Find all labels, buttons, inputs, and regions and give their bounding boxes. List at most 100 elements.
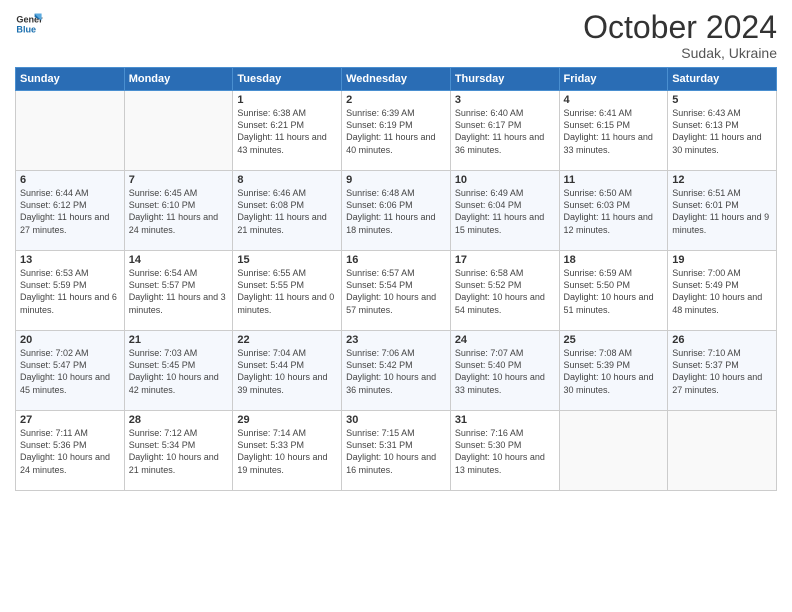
calendar-cell: 18Sunrise: 6:59 AM Sunset: 5:50 PM Dayli… (559, 251, 668, 331)
calendar-table: SundayMondayTuesdayWednesdayThursdayFrid… (15, 67, 777, 491)
day-number: 27 (20, 414, 120, 426)
day-number: 18 (564, 254, 664, 266)
day-info: Sunrise: 6:41 AM Sunset: 6:15 PM Dayligh… (564, 107, 664, 156)
calendar-cell: 19Sunrise: 7:00 AM Sunset: 5:49 PM Dayli… (668, 251, 777, 331)
day-info: Sunrise: 6:49 AM Sunset: 6:04 PM Dayligh… (455, 187, 555, 236)
calendar-cell: 25Sunrise: 7:08 AM Sunset: 5:39 PM Dayli… (559, 331, 668, 411)
calendar-cell: 23Sunrise: 7:06 AM Sunset: 5:42 PM Dayli… (342, 331, 451, 411)
day-number: 31 (455, 414, 555, 426)
day-number: 10 (455, 174, 555, 186)
day-number: 5 (672, 94, 772, 106)
day-info: Sunrise: 6:58 AM Sunset: 5:52 PM Dayligh… (455, 267, 555, 316)
svg-text:Blue: Blue (16, 24, 36, 34)
calendar-cell: 13Sunrise: 6:53 AM Sunset: 5:59 PM Dayli… (16, 251, 125, 331)
week-row-1: 1Sunrise: 6:38 AM Sunset: 6:21 PM Daylig… (16, 91, 777, 171)
calendar-cell: 31Sunrise: 7:16 AM Sunset: 5:30 PM Dayli… (450, 411, 559, 491)
day-number: 28 (129, 414, 229, 426)
day-number: 8 (237, 174, 337, 186)
calendar-cell: 15Sunrise: 6:55 AM Sunset: 5:55 PM Dayli… (233, 251, 342, 331)
logo: General Blue (15, 10, 43, 38)
day-number: 17 (455, 254, 555, 266)
week-row-5: 27Sunrise: 7:11 AM Sunset: 5:36 PM Dayli… (16, 411, 777, 491)
week-row-4: 20Sunrise: 7:02 AM Sunset: 5:47 PM Dayli… (16, 331, 777, 411)
weekday-header-tuesday: Tuesday (233, 68, 342, 91)
calendar-cell: 20Sunrise: 7:02 AM Sunset: 5:47 PM Dayli… (16, 331, 125, 411)
week-row-3: 13Sunrise: 6:53 AM Sunset: 5:59 PM Dayli… (16, 251, 777, 331)
day-number: 12 (672, 174, 772, 186)
calendar-cell: 21Sunrise: 7:03 AM Sunset: 5:45 PM Dayli… (124, 331, 233, 411)
day-info: Sunrise: 7:07 AM Sunset: 5:40 PM Dayligh… (455, 347, 555, 396)
calendar-cell: 8Sunrise: 6:46 AM Sunset: 6:08 PM Daylig… (233, 171, 342, 251)
calendar-cell: 22Sunrise: 7:04 AM Sunset: 5:44 PM Dayli… (233, 331, 342, 411)
day-info: Sunrise: 7:10 AM Sunset: 5:37 PM Dayligh… (672, 347, 772, 396)
day-info: Sunrise: 6:48 AM Sunset: 6:06 PM Dayligh… (346, 187, 446, 236)
calendar-cell (559, 411, 668, 491)
calendar-cell: 24Sunrise: 7:07 AM Sunset: 5:40 PM Dayli… (450, 331, 559, 411)
day-info: Sunrise: 6:46 AM Sunset: 6:08 PM Dayligh… (237, 187, 337, 236)
header: General Blue October 2024 Sudak, Ukraine (15, 10, 777, 61)
day-number: 9 (346, 174, 446, 186)
day-info: Sunrise: 6:59 AM Sunset: 5:50 PM Dayligh… (564, 267, 664, 316)
day-info: Sunrise: 6:43 AM Sunset: 6:13 PM Dayligh… (672, 107, 772, 156)
calendar-cell: 7Sunrise: 6:45 AM Sunset: 6:10 PM Daylig… (124, 171, 233, 251)
weekday-header-saturday: Saturday (668, 68, 777, 91)
title-block: October 2024 Sudak, Ukraine (583, 10, 777, 61)
day-info: Sunrise: 6:55 AM Sunset: 5:55 PM Dayligh… (237, 267, 337, 316)
weekday-header-row: SundayMondayTuesdayWednesdayThursdayFrid… (16, 68, 777, 91)
weekday-header-wednesday: Wednesday (342, 68, 451, 91)
day-number: 30 (346, 414, 446, 426)
day-info: Sunrise: 6:57 AM Sunset: 5:54 PM Dayligh… (346, 267, 446, 316)
day-info: Sunrise: 6:51 AM Sunset: 6:01 PM Dayligh… (672, 187, 772, 236)
day-number: 25 (564, 334, 664, 346)
logo-icon: General Blue (15, 10, 43, 38)
day-info: Sunrise: 7:03 AM Sunset: 5:45 PM Dayligh… (129, 347, 229, 396)
day-info: Sunrise: 7:11 AM Sunset: 5:36 PM Dayligh… (20, 427, 120, 476)
weekday-header-sunday: Sunday (16, 68, 125, 91)
day-info: Sunrise: 6:40 AM Sunset: 6:17 PM Dayligh… (455, 107, 555, 156)
calendar-cell: 11Sunrise: 6:50 AM Sunset: 6:03 PM Dayli… (559, 171, 668, 251)
day-number: 16 (346, 254, 446, 266)
day-info: Sunrise: 7:08 AM Sunset: 5:39 PM Dayligh… (564, 347, 664, 396)
day-number: 21 (129, 334, 229, 346)
calendar-cell: 9Sunrise: 6:48 AM Sunset: 6:06 PM Daylig… (342, 171, 451, 251)
day-number: 26 (672, 334, 772, 346)
day-info: Sunrise: 6:44 AM Sunset: 6:12 PM Dayligh… (20, 187, 120, 236)
weekday-header-monday: Monday (124, 68, 233, 91)
day-number: 11 (564, 174, 664, 186)
day-number: 20 (20, 334, 120, 346)
calendar-cell: 29Sunrise: 7:14 AM Sunset: 5:33 PM Dayli… (233, 411, 342, 491)
day-info: Sunrise: 6:54 AM Sunset: 5:57 PM Dayligh… (129, 267, 229, 316)
calendar-cell: 2Sunrise: 6:39 AM Sunset: 6:19 PM Daylig… (342, 91, 451, 171)
calendar-cell: 10Sunrise: 6:49 AM Sunset: 6:04 PM Dayli… (450, 171, 559, 251)
day-info: Sunrise: 6:38 AM Sunset: 6:21 PM Dayligh… (237, 107, 337, 156)
day-info: Sunrise: 6:39 AM Sunset: 6:19 PM Dayligh… (346, 107, 446, 156)
calendar-cell: 3Sunrise: 6:40 AM Sunset: 6:17 PM Daylig… (450, 91, 559, 171)
day-number: 29 (237, 414, 337, 426)
calendar-cell: 28Sunrise: 7:12 AM Sunset: 5:34 PM Dayli… (124, 411, 233, 491)
day-number: 6 (20, 174, 120, 186)
day-info: Sunrise: 7:02 AM Sunset: 5:47 PM Dayligh… (20, 347, 120, 396)
calendar-cell (668, 411, 777, 491)
calendar-cell: 30Sunrise: 7:15 AM Sunset: 5:31 PM Dayli… (342, 411, 451, 491)
day-info: Sunrise: 7:14 AM Sunset: 5:33 PM Dayligh… (237, 427, 337, 476)
weekday-header-friday: Friday (559, 68, 668, 91)
day-info: Sunrise: 7:04 AM Sunset: 5:44 PM Dayligh… (237, 347, 337, 396)
calendar-cell: 5Sunrise: 6:43 AM Sunset: 6:13 PM Daylig… (668, 91, 777, 171)
day-info: Sunrise: 6:45 AM Sunset: 6:10 PM Dayligh… (129, 187, 229, 236)
day-number: 4 (564, 94, 664, 106)
day-info: Sunrise: 6:53 AM Sunset: 5:59 PM Dayligh… (20, 267, 120, 316)
calendar-cell (124, 91, 233, 171)
day-info: Sunrise: 6:50 AM Sunset: 6:03 PM Dayligh… (564, 187, 664, 236)
day-info: Sunrise: 7:12 AM Sunset: 5:34 PM Dayligh… (129, 427, 229, 476)
calendar-cell: 1Sunrise: 6:38 AM Sunset: 6:21 PM Daylig… (233, 91, 342, 171)
day-number: 13 (20, 254, 120, 266)
location-subtitle: Sudak, Ukraine (583, 45, 777, 61)
day-info: Sunrise: 7:06 AM Sunset: 5:42 PM Dayligh… (346, 347, 446, 396)
calendar-cell: 14Sunrise: 6:54 AM Sunset: 5:57 PM Dayli… (124, 251, 233, 331)
day-number: 7 (129, 174, 229, 186)
calendar-cell: 26Sunrise: 7:10 AM Sunset: 5:37 PM Dayli… (668, 331, 777, 411)
day-number: 3 (455, 94, 555, 106)
day-number: 1 (237, 94, 337, 106)
calendar-cell (16, 91, 125, 171)
day-number: 24 (455, 334, 555, 346)
